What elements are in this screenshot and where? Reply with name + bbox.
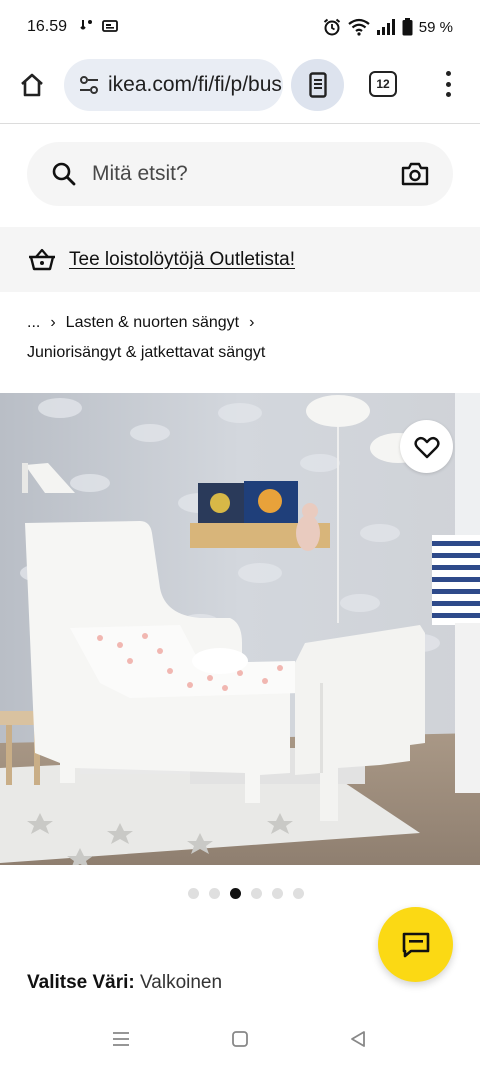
back-icon [351, 1031, 365, 1047]
signal-icon [376, 19, 395, 35]
color-label: Valitse Väri: [27, 972, 135, 993]
address-bar[interactable]: ikea.com/fi/fi/p/busu [64, 59, 283, 111]
url-text: ikea.com/fi/fi/p/busu [108, 73, 283, 96]
camera-icon[interactable] [401, 161, 429, 187]
shopping-basket-icon [29, 248, 55, 270]
outlet-link[interactable]: Tee loistolöytöjä Outletista! [69, 249, 295, 271]
carousel-dot[interactable] [293, 888, 304, 899]
more-options-button[interactable] [436, 69, 460, 99]
carousel-dot[interactable] [209, 888, 220, 899]
home-button[interactable] [14, 67, 50, 103]
carousel-dot[interactable] [230, 888, 241, 899]
product-image[interactable] [0, 393, 480, 865]
chat-button[interactable] [378, 907, 453, 982]
menu-dot-icon [445, 71, 451, 76]
wifi-icon [348, 18, 370, 36]
carousel-dot[interactable] [188, 888, 199, 899]
reader-mode-icon [308, 72, 327, 98]
home-nav-button[interactable] [228, 1028, 252, 1050]
outlet-banner[interactable]: Tee loistolöytöjä Outletista! [0, 227, 480, 292]
status-left-icons [80, 18, 118, 34]
back-button[interactable] [346, 1028, 370, 1050]
search-placeholder: Mitä etsit? [92, 162, 188, 185]
home-icon [21, 73, 43, 97]
chevron-right-icon: › [50, 314, 56, 331]
carousel-indicator [0, 888, 480, 899]
heart-icon [413, 436, 440, 458]
menu-dot-icon [445, 92, 451, 97]
search-field[interactable]: Mitä etsit? [27, 142, 453, 206]
call-forward-icon [80, 20, 92, 30]
status-right-icons: 59 % [322, 17, 453, 37]
chevron-right-icon: › [249, 314, 255, 331]
browser-toolbar: ikea.com/fi/fi/p/busu 12 [0, 56, 480, 122]
system-navigation-bar [0, 1010, 480, 1067]
site-settings-icon[interactable] [78, 74, 100, 96]
battery-percent: 59 % [418, 18, 453, 36]
search-icon [52, 162, 76, 186]
toolbar-divider [0, 123, 480, 124]
color-selector[interactable]: Valitse Väri: Valkoinen [27, 972, 222, 994]
recent-apps-button[interactable] [109, 1028, 133, 1050]
breadcrumb-ellipsis[interactable]: ... [27, 314, 40, 331]
color-value: Valkoinen [140, 972, 223, 993]
battery-icon [402, 18, 413, 36]
alarm-icon [323, 18, 340, 36]
favorite-button[interactable] [400, 420, 453, 473]
tab-switcher-button[interactable]: 12 [369, 71, 397, 97]
recent-apps-icon [113, 1032, 129, 1046]
status-time: 16.59 [27, 18, 68, 35]
menu-dot-icon [445, 81, 451, 87]
breadcrumb-item[interactable]: Juniorisängyt & jatkettavat sängyt [27, 344, 265, 361]
sim-card-icon [102, 20, 118, 32]
breadcrumb: ... › Lasten & nuorten sängyt › Juniorisäng… [27, 308, 457, 368]
reader-mode-button[interactable] [291, 59, 344, 111]
chat-icon [402, 932, 429, 957]
home-nav-icon [232, 1031, 248, 1047]
carousel-dot[interactable] [272, 888, 283, 899]
breadcrumb-item[interactable]: Lasten & nuorten sängyt [66, 314, 239, 331]
carousel-dot[interactable] [251, 888, 262, 899]
status-bar: 16.59 59 % [0, 0, 480, 56]
